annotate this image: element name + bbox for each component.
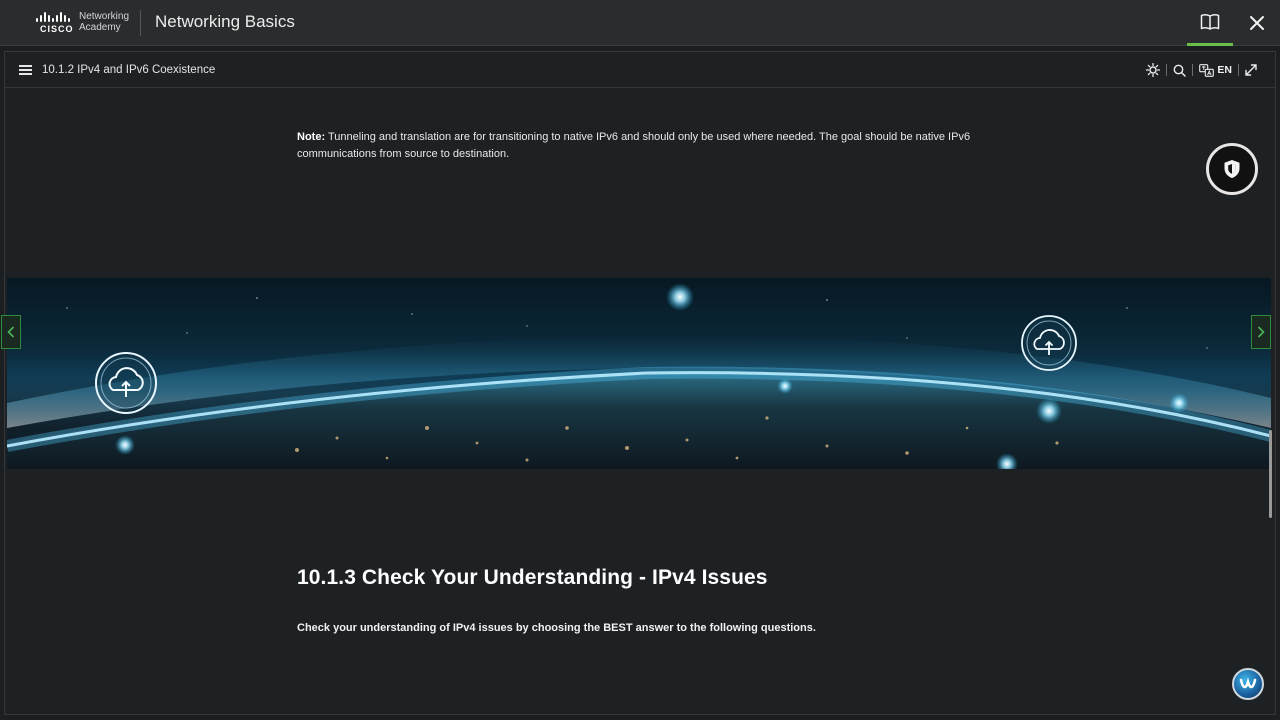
theme-toggle-button[interactable] [1140,61,1166,79]
section-intro: Check your understanding of IPv4 issues … [297,622,816,634]
cloud-upload-icon [95,352,157,414]
next-page-button[interactable] [1251,315,1271,349]
sun-icon [1146,63,1161,77]
webex-icon [1239,677,1257,689]
app-header: CISCO Networking Academy Networking Basi… [0,0,1280,46]
assistant-button[interactable] [1232,668,1264,700]
fullscreen-button[interactable] [1239,61,1263,79]
note-paragraph: Note: Tunneling and translation are for … [297,129,997,162]
brand-line-2: Academy [79,22,121,33]
search-icon [1174,64,1187,77]
close-icon [1250,16,1264,30]
previous-page-button[interactable] [1,315,21,349]
hamburger-icon[interactable] [19,65,32,75]
close-button[interactable] [1234,0,1280,46]
module-toolbar: 10.1.2 IPv4 and IPv6 Coexistence EN [5,52,1275,88]
header-divider [140,10,141,36]
chevron-right-icon [1257,326,1265,338]
banner-artwork [7,283,1271,469]
expand-icon [1245,64,1257,76]
search-button[interactable] [1167,61,1192,79]
cisco-networking-academy-logo[interactable]: CISCO Networking Academy [36,10,136,36]
breadcrumb: 10.1.2 IPv4 and IPv6 Coexistence [42,64,216,76]
language-label: EN [1217,64,1232,76]
privacy-shield-button[interactable] [1206,143,1258,195]
scrollbar-thumb[interactable] [1269,430,1272,518]
chevron-left-icon [7,326,15,338]
note-text: Tunneling and translation are for transi… [297,131,971,160]
app-title: Networking Basics [155,12,295,31]
earth-horizon-banner-image [7,278,1271,469]
language-button[interactable]: EN [1193,61,1238,79]
content-frame: 10.1.2 IPv4 and IPv6 Coexistence EN Note… [4,51,1276,715]
translate-icon [1199,63,1215,77]
networking-academy-text: Networking Academy [79,11,129,33]
note-label: Note: [297,131,326,143]
section-heading: 10.1.3 Check Your Understanding - IPv4 I… [297,566,768,589]
cisco-wordmark: CISCO [40,24,74,34]
toolbar-actions: EN [1140,61,1263,79]
cisco-bars-logo-icon [36,12,72,22]
cloud-upload-icon [1021,315,1077,371]
brand-line-1: Networking [79,11,130,22]
book-open-icon [1200,13,1220,30]
shield-icon [1224,160,1240,178]
course-index-button[interactable] [1187,0,1233,46]
